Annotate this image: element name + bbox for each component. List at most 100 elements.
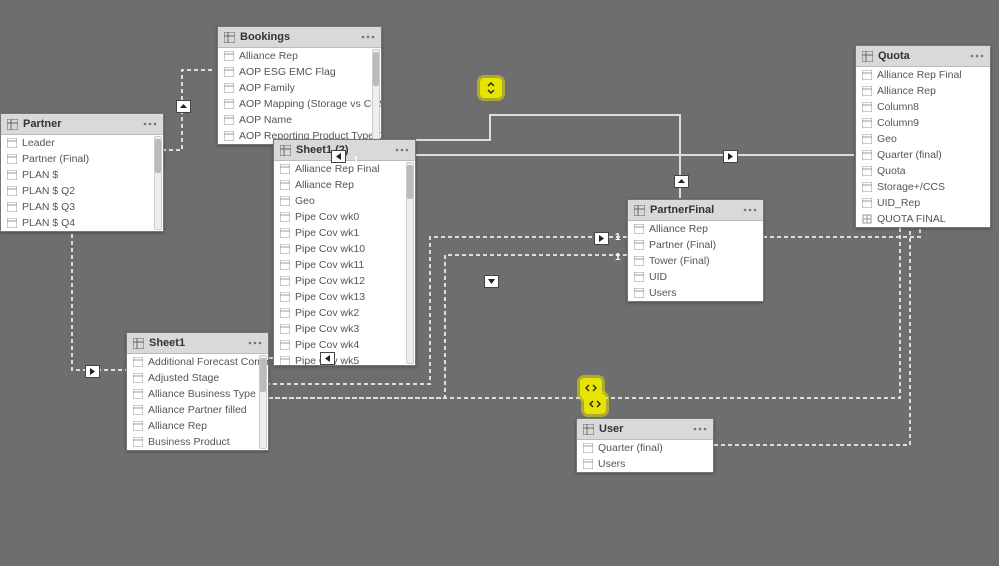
both-direction-warning-icon[interactable] [584,394,606,414]
field-row[interactable]: Leader [1,135,163,151]
field-row[interactable]: Adjusted Stage [127,370,268,386]
more-icon[interactable] [970,54,984,58]
field-row[interactable]: Pipe Cov wk3 [274,321,415,337]
field-row[interactable]: Pipe Cov wk12 [274,273,415,289]
field-row[interactable]: Users [628,285,763,301]
field-row[interactable]: Quota [856,163,990,179]
filter-direction-icon[interactable] [674,175,689,188]
scrollbar-thumb[interactable] [373,52,379,86]
more-icon[interactable] [248,341,262,345]
table-sheet1[interactable]: Sheet1 Additional Forecast Comments Adju… [126,332,269,451]
field-row[interactable]: PLAN $ [1,167,163,183]
field-row[interactable]: Pipe Cov wk1 [274,225,415,241]
field-row[interactable]: Pipe Cov wk11 [274,257,415,273]
field-row[interactable]: PLAN $ Q4 [1,215,163,231]
field-row[interactable]: Users [577,456,713,472]
field-row[interactable]: AOP Mapping (Storage vs CCS) [218,96,381,112]
field-row[interactable]: Alliance Business Type [127,386,268,402]
field-row[interactable]: AOP Name [218,112,381,128]
field-label: Alliance Business Type [148,388,256,400]
field-row[interactable]: Alliance Rep [127,418,268,434]
field-row[interactable]: Partner (Final) [628,237,763,253]
filter-direction-icon[interactable] [594,232,609,245]
field-row[interactable]: UID_Rep [856,195,990,211]
chevron-up-icon [678,178,685,185]
field-icon [7,186,17,196]
filter-direction-icon[interactable] [176,100,191,113]
scrollbar[interactable] [154,136,162,230]
field-icon [280,244,290,254]
filter-direction-icon[interactable] [723,150,738,163]
scrollbar[interactable] [406,162,414,364]
field-row[interactable]: Additional Forecast Comments [127,354,268,370]
more-icon[interactable] [143,122,157,126]
field-row[interactable]: Column9 [856,115,990,131]
scrollbar[interactable] [259,355,267,449]
field-row[interactable]: UID [628,269,763,285]
filter-direction-icon[interactable] [331,150,346,163]
table-partnerfinal[interactable]: PartnerFinal Alliance Rep Partner (Final… [627,199,764,302]
field-row[interactable]: Tower (Final) [628,253,763,269]
field-label: Pipe Cov wk12 [295,275,365,287]
field-label: Pipe Cov wk0 [295,211,359,223]
field-row[interactable]: Pipe Cov wk10 [274,241,415,257]
field-row[interactable]: Pipe Cov wk5 [274,353,415,365]
chevron-up-icon [180,103,187,110]
field-row[interactable]: Alliance Partner filled [127,402,268,418]
field-icon [280,212,290,222]
field-label: UID [649,271,667,283]
table-partner[interactable]: Partner Leader Partner (Final) PLAN $ PL… [0,113,164,232]
scrollbar[interactable] [372,49,380,143]
field-row[interactable]: Alliance Rep [274,177,415,193]
more-icon[interactable] [361,35,375,39]
field-row[interactable]: Pipe Cov wk13 [274,289,415,305]
field-icon [280,356,290,365]
field-row[interactable]: Geo [274,193,415,209]
table-user[interactable]: User Quarter (final) Users [576,418,714,473]
table-bookings[interactable]: Bookings Alliance Rep AOP ESG EMC Flag A… [217,26,382,145]
field-row[interactable]: PLAN $ Q2 [1,183,163,199]
table-header[interactable]: Bookings [218,27,381,48]
table-header[interactable]: Sheet1 [127,333,268,354]
field-row[interactable]: Quarter (final) [856,147,990,163]
scrollbar-thumb[interactable] [407,165,413,199]
more-icon[interactable] [395,148,409,152]
field-label: Quarter (final) [598,442,663,454]
field-row[interactable]: Alliance Rep [628,221,763,237]
field-label: Tower (Final) [649,255,710,267]
scrollbar-thumb[interactable] [155,139,161,173]
more-icon[interactable] [743,208,757,212]
field-row[interactable]: AOP Family [218,80,381,96]
chevron-left-icon [324,355,331,362]
field-row[interactable]: Pipe Cov wk2 [274,305,415,321]
more-icon[interactable] [693,427,707,431]
field-row[interactable]: Quarter (final) [577,440,713,456]
field-label: Partner (Final) [22,153,89,165]
table-header[interactable]: Quota [856,46,990,67]
field-row[interactable]: Geo [856,131,990,147]
field-row[interactable]: Pipe Cov wk0 [274,209,415,225]
filter-direction-icon[interactable] [85,365,100,378]
field-row[interactable]: Alliance Rep Final [856,67,990,83]
field-row[interactable]: Business Product [127,434,268,450]
table-header[interactable]: User [577,419,713,440]
field-row[interactable]: Alliance Rep [218,48,381,64]
both-direction-warning-icon[interactable] [480,78,502,98]
field-row[interactable]: AOP ESG EMC Flag [218,64,381,80]
field-row[interactable]: PLAN $ Q3 [1,199,163,215]
scrollbar-thumb[interactable] [260,358,266,392]
table-body: Additional Forecast Comments Adjusted St… [127,354,268,450]
table-sheet1-2[interactable]: Sheet1 (2) Alliance Rep Final Alliance R… [273,139,416,366]
table-quota[interactable]: Quota Alliance Rep Final Alliance Rep Co… [855,45,991,228]
field-row[interactable]: Alliance Rep [856,83,990,99]
field-row[interactable]: Alliance Rep Final [274,161,415,177]
field-row[interactable]: Pipe Cov wk4 [274,337,415,353]
field-row[interactable]: Storage+/CCS [856,179,990,195]
table-header[interactable]: PartnerFinal [628,200,763,221]
table-header[interactable]: Partner [1,114,163,135]
filter-direction-icon[interactable] [484,275,499,288]
field-row[interactable]: Partner (Final) [1,151,163,167]
field-row[interactable]: Column8 [856,99,990,115]
field-row[interactable]: QUOTA FINAL [856,211,990,227]
filter-direction-icon[interactable] [320,352,335,365]
